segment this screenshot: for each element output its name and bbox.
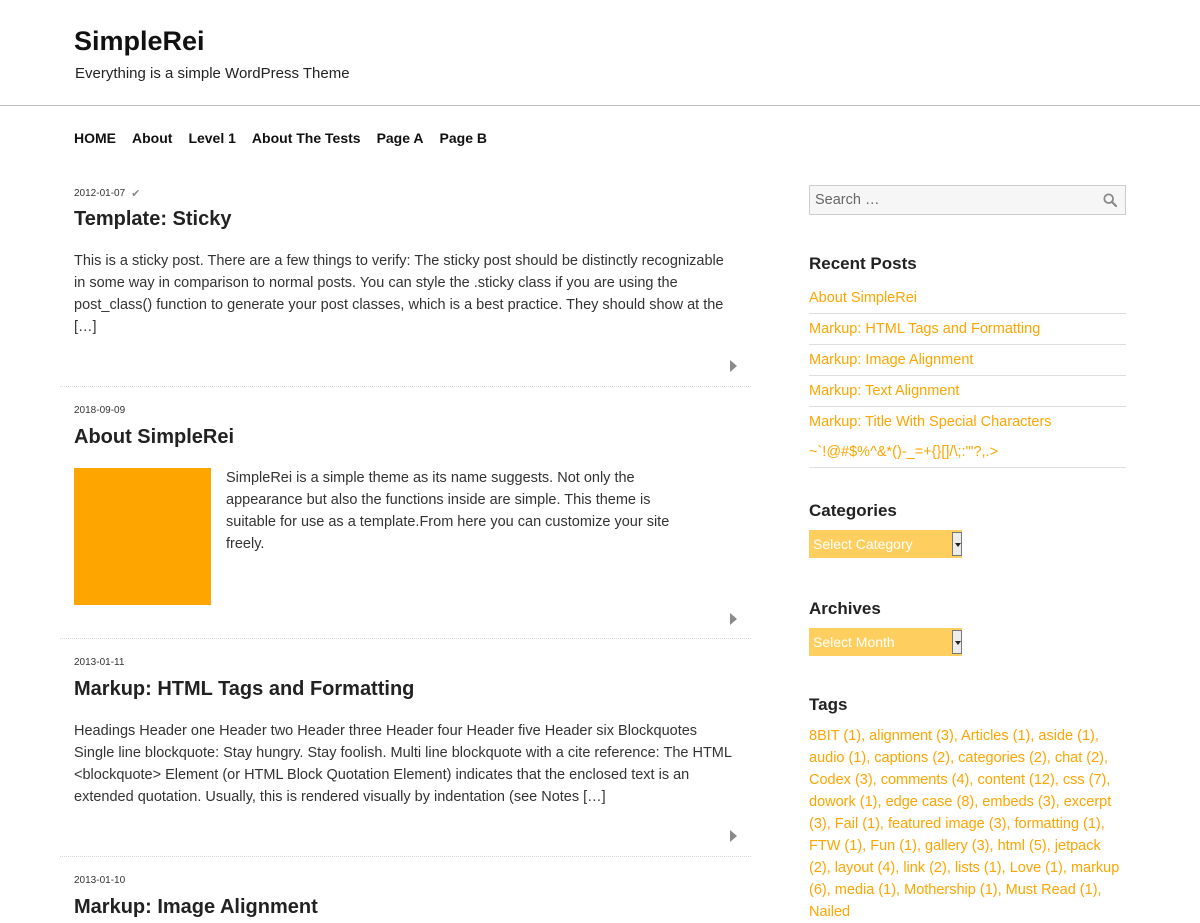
post-title[interactable]: About SimpleRei	[74, 426, 234, 449]
post-date: 2013-01-11	[74, 657, 124, 668]
tag-link[interactable]: aside (1)	[1038, 728, 1094, 744]
tag-link[interactable]: Fail (1)	[835, 816, 880, 832]
recent-posts-title: Recent Posts	[809, 254, 917, 273]
recent-posts-list: About SimpleRei Markup: HTML Tags and Fo…	[809, 283, 1126, 468]
nav-about-the-tests[interactable]: About The Tests	[252, 130, 361, 146]
tag-link[interactable]: Nailed	[809, 904, 850, 920]
tag-link[interactable]: edge case (8)	[886, 794, 975, 810]
recent-post-link[interactable]: Markup: Title With Special Characters ~`…	[809, 407, 1126, 467]
tag-link[interactable]: categories (2)	[958, 750, 1047, 766]
archives-title: Archives	[809, 599, 881, 618]
main-nav: HOME About Level 1 About The Tests Page …	[74, 130, 487, 146]
recent-post-link[interactable]: Markup: Text Alignment	[809, 376, 1126, 406]
sticky-check-icon: ✔	[131, 188, 141, 200]
tag-link[interactable]: html (5)	[998, 838, 1047, 854]
post-sticky: 2012-01-07 ✔ Template: Sticky This is a …	[60, 180, 751, 387]
tag-link[interactable]: captions (2)	[874, 750, 950, 766]
tag-link[interactable]: layout (4)	[835, 860, 895, 876]
category-select-value: Select Category	[813, 536, 913, 552]
post-list: 2012-01-07 ✔ Template: Sticky This is a …	[60, 180, 751, 919]
tag-link[interactable]: Articles (1)	[961, 728, 1030, 744]
recent-post-link[interactable]: Markup: Image Alignment	[809, 345, 1126, 375]
nav-page-a[interactable]: Page A	[377, 130, 424, 146]
tag-link[interactable]: link (2)	[903, 860, 947, 876]
tag-link[interactable]: css (7)	[1063, 772, 1107, 788]
category-select[interactable]: Select Category	[809, 530, 962, 558]
archive-select-value: Select Month	[813, 634, 895, 650]
post-date: 2013-01-10	[74, 875, 125, 886]
recent-post-item: Markup: Text Alignment	[809, 376, 1126, 407]
chevron-down-icon	[952, 630, 962, 654]
tag-link[interactable]: Must Read (1)	[1006, 882, 1098, 898]
tag-link[interactable]: alignment (3)	[869, 728, 954, 744]
post-title[interactable]: Markup: HTML Tags and Formatting	[74, 678, 414, 701]
tag-cloud: 8BIT (1), alignment (3), Articles (1), a…	[809, 728, 1120, 920]
archive-select[interactable]: Select Month	[809, 628, 962, 656]
sidebar: Recent Posts About SimpleRei Markup: HTM…	[809, 185, 1126, 920]
recent-post-item: Markup: HTML Tags and Formatting	[809, 314, 1126, 345]
tag-link[interactable]: chat (2)	[1055, 750, 1104, 766]
tag-link[interactable]: audio (1)	[809, 750, 866, 766]
post-title[interactable]: Markup: Image Alignment	[74, 896, 318, 919]
recent-post-item: Markup: Title With Special Characters ~`…	[809, 407, 1126, 468]
post-date: 2018-09-09	[74, 405, 125, 416]
site-header: SimpleRei Everything is a simple WordPre…	[0, 0, 1200, 106]
post-date-text: 2018-09-09	[74, 405, 126, 416]
post-thumbnail[interactable]	[74, 468, 211, 605]
tag-link[interactable]: dowork (1)	[809, 794, 878, 810]
recent-post-link[interactable]: Markup: HTML Tags and Formatting	[809, 314, 1126, 344]
categories-title: Categories	[809, 501, 897, 520]
tags-title: Tags	[809, 695, 848, 714]
tag-link[interactable]: lists (1)	[955, 860, 1002, 876]
post-about: 2018-09-09 About SimpleRei SimpleRei is …	[60, 387, 751, 639]
recent-post-item: About SimpleRei	[809, 283, 1126, 314]
tag-link[interactable]: comments (4)	[881, 772, 970, 788]
read-more-arrow-icon[interactable]	[730, 360, 737, 372]
nav-about[interactable]: About	[132, 130, 172, 146]
tag-link[interactable]: 8BIT (1)	[809, 728, 861, 744]
post-date-text: 2012-01-07	[74, 188, 126, 199]
site-description: Everything is a simple WordPress Theme	[75, 65, 350, 82]
tag-link[interactable]: embeds (3)	[982, 794, 1055, 810]
post-date-text: 2013-01-11	[74, 657, 125, 668]
tag-link[interactable]: media (1)	[835, 882, 896, 898]
post-date: 2012-01-07 ✔	[74, 187, 140, 200]
nav-page-b[interactable]: Page B	[440, 130, 487, 146]
search-input[interactable]	[810, 186, 1100, 214]
nav-level-1[interactable]: Level 1	[188, 130, 235, 146]
chevron-down-icon	[952, 532, 962, 556]
tag-link[interactable]: Love (1)	[1010, 860, 1063, 876]
tag-link[interactable]: gallery (3)	[925, 838, 989, 854]
post-excerpt: SimpleRei is a simple theme as its name …	[226, 470, 670, 552]
tag-link[interactable]: formatting (1)	[1015, 816, 1101, 832]
read-more-arrow-icon[interactable]	[730, 613, 737, 625]
post-excerpt: This is a sticky post. There are a few t…	[74, 253, 724, 335]
tag-link[interactable]: content (12)	[977, 772, 1054, 788]
nav-home[interactable]: HOME	[74, 130, 116, 146]
recent-post-item: Markup: Image Alignment	[809, 345, 1126, 376]
read-more-arrow-icon[interactable]	[730, 830, 737, 842]
recent-post-link[interactable]: About SimpleRei	[809, 283, 1126, 313]
site-title[interactable]: SimpleRei	[74, 26, 205, 57]
post-excerpt: Headings Header one Header two Header th…	[74, 723, 732, 805]
tag-link[interactable]: featured image (3)	[888, 816, 1006, 832]
post-date-text: 2013-01-10	[74, 875, 126, 886]
tag-link[interactable]: Codex (3)	[809, 772, 873, 788]
search-form	[809, 185, 1126, 215]
tag-link[interactable]: Mothership (1)	[904, 882, 997, 898]
post-title[interactable]: Template: Sticky	[74, 208, 231, 231]
post-html-tags: 2013-01-11 Markup: HTML Tags and Formatt…	[60, 639, 751, 857]
tag-link[interactable]: FTW (1)	[809, 838, 862, 854]
tag-link[interactable]: Fun (1)	[870, 838, 917, 854]
post-image-alignment: 2013-01-10 Markup: Image Alignment	[60, 857, 751, 919]
search-icon[interactable]	[1103, 193, 1117, 207]
